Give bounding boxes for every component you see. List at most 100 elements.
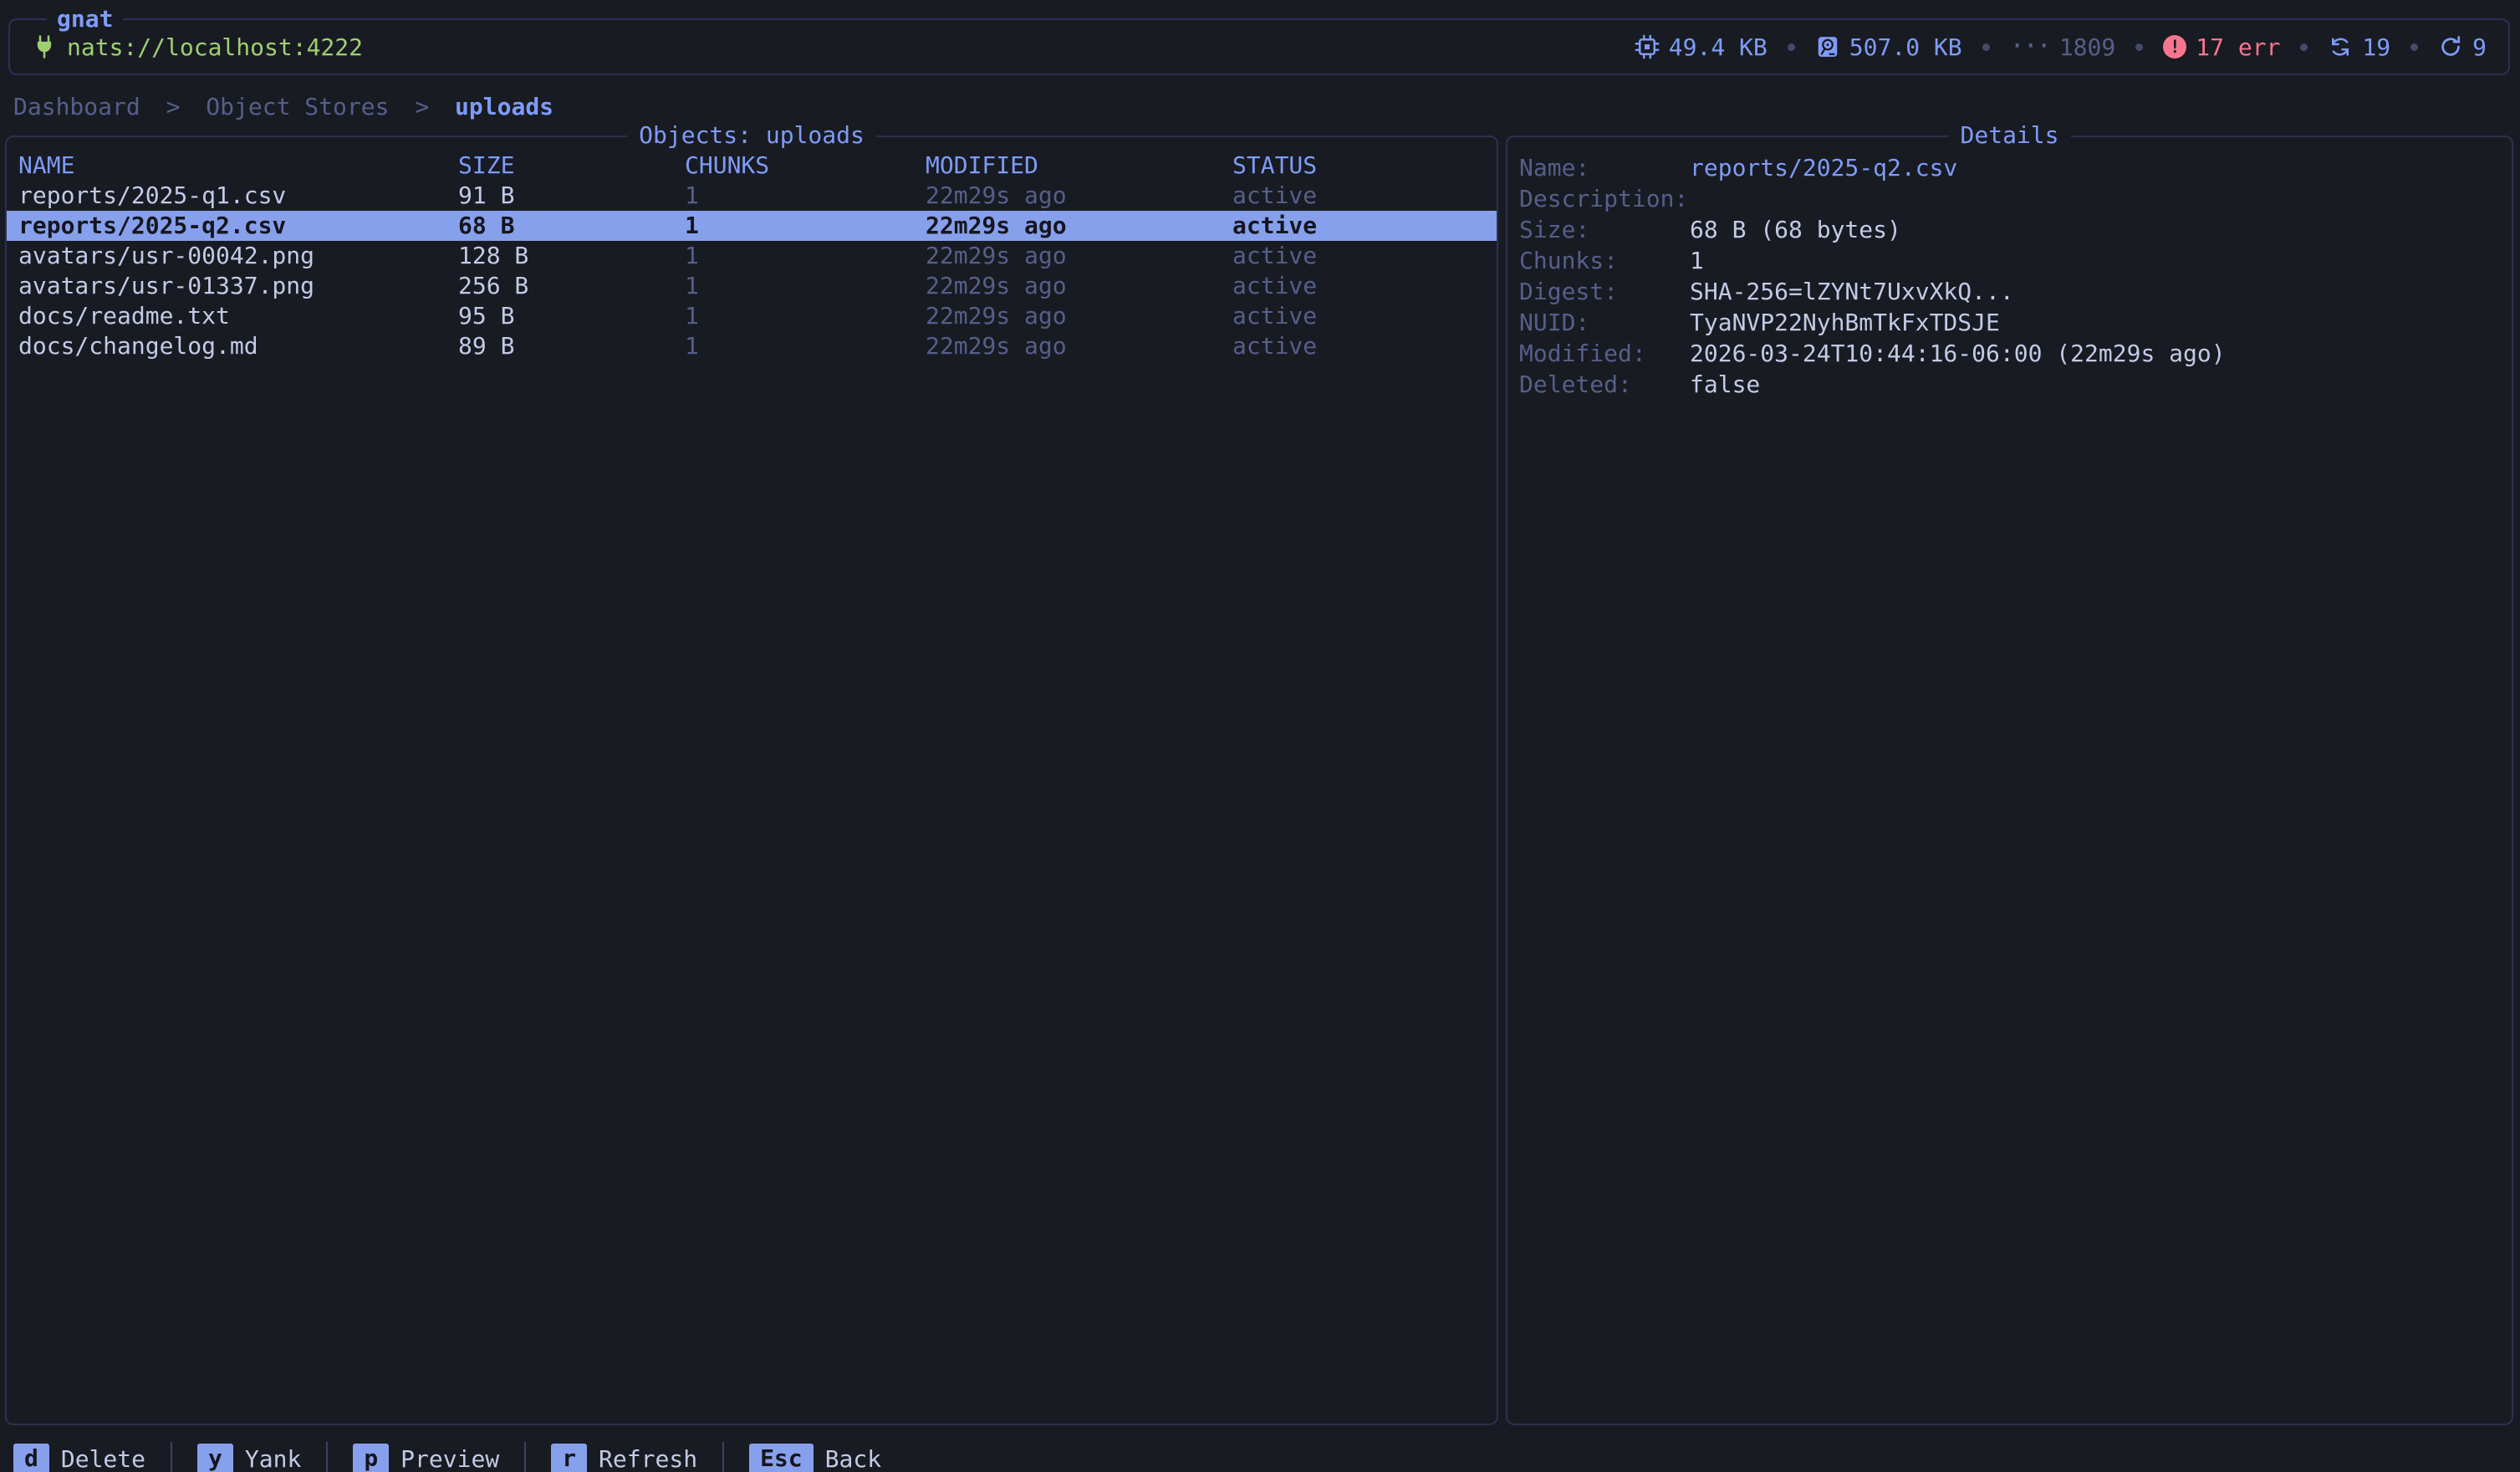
app-title: gnat xyxy=(47,5,123,33)
objects-table: NAME SIZE CHUNKS MODIFIED STATUS reports… xyxy=(7,151,1497,361)
table-row[interactable]: avatars/usr-01337.png 256 B 1 22m29s ago… xyxy=(7,271,1497,301)
keybinding[interactable]: Esc Back xyxy=(749,1444,881,1472)
field-label: Chunks: xyxy=(1519,245,1690,276)
breadcrumb-item-dashboard[interactable]: Dashboard xyxy=(13,93,140,120)
disk-icon xyxy=(1815,34,1840,59)
cell-size: 128 B xyxy=(458,241,685,271)
keybar-separator xyxy=(171,1442,172,1472)
cell-modified: 22m29s ago xyxy=(926,301,1232,331)
table-row[interactable]: docs/readme.txt 95 B 1 22m29s ago active xyxy=(7,301,1497,331)
details-fields: Name: reports/2025-q2.csv Description: S… xyxy=(1519,152,2500,400)
refresh-icon xyxy=(2438,34,2463,59)
field-label: Description: xyxy=(1519,183,1690,214)
column-header-name: NAME xyxy=(18,151,458,181)
details-field: Name: reports/2025-q2.csv xyxy=(1519,152,2500,183)
dot-separator xyxy=(1788,43,1795,51)
keybinding-label: Refresh xyxy=(599,1445,697,1472)
details-panel: Details Name: reports/2025-q2.csv Descri… xyxy=(1506,135,2513,1425)
stat-subscriptions: 19 xyxy=(2328,33,2390,61)
breadcrumb-separator: > xyxy=(166,93,181,120)
cell-status: active xyxy=(1232,301,1485,331)
cell-modified: 22m29s ago xyxy=(926,241,1232,271)
main-content: Objects: uploads NAME SIZE CHUNKS MODIFI… xyxy=(5,135,2513,1425)
cell-name: docs/changelog.md xyxy=(18,331,458,361)
cell-size: 95 B xyxy=(458,301,685,331)
stat-in-bytes: 49.4 KB xyxy=(1635,33,1768,61)
table-header-row: NAME SIZE CHUNKS MODIFIED STATUS xyxy=(7,151,1497,181)
cell-name: reports/2025-q2.csv xyxy=(18,211,458,241)
cell-size: 68 B xyxy=(458,211,685,241)
cell-chunks: 1 xyxy=(685,241,926,271)
field-label: Digest: xyxy=(1519,276,1690,307)
column-header-modified: MODIFIED xyxy=(926,151,1232,181)
cell-name: avatars/usr-01337.png xyxy=(18,271,458,301)
plug-icon xyxy=(32,34,57,59)
keybinding-label: Yank xyxy=(245,1445,301,1472)
column-header-size: SIZE xyxy=(458,151,685,181)
keycap[interactable]: d xyxy=(13,1444,49,1472)
cell-size: 256 B xyxy=(458,271,685,301)
field-value: 1 xyxy=(1690,245,1704,276)
cell-chunks: 1 xyxy=(685,181,926,211)
keycap[interactable]: r xyxy=(551,1444,587,1472)
stat-in-bytes-value: 49.4 KB xyxy=(1669,33,1768,61)
details-panel-title: Details xyxy=(1948,121,2070,149)
field-label: Name: xyxy=(1519,152,1690,183)
keycap[interactable]: y xyxy=(197,1444,233,1472)
cell-chunks: 1 xyxy=(685,331,926,361)
keybar-separator xyxy=(326,1442,328,1472)
connection-stats: 49.4 KB 507.0 KB ··· 1809 ! 17 err xyxy=(1635,33,2487,61)
keybar-separator xyxy=(722,1442,724,1472)
cell-status: active xyxy=(1232,211,1485,241)
keybinding[interactable]: r Refresh xyxy=(551,1444,697,1472)
details-field: NUID: TyaNVP22NyhBmTkFxTDSJE xyxy=(1519,307,2500,338)
sync-icon xyxy=(2328,34,2353,59)
dot-separator xyxy=(1982,43,1990,51)
breadcrumb: Dashboard > Object Stores > uploads xyxy=(13,93,2520,121)
stat-errors: ! 17 err xyxy=(2163,33,2280,61)
table-row[interactable]: avatars/usr-00042.png 128 B 1 22m29s ago… xyxy=(7,241,1497,271)
dot-separator xyxy=(2135,43,2143,51)
cell-modified: 22m29s ago xyxy=(926,271,1232,301)
field-value: 68 B (68 bytes) xyxy=(1690,214,1901,245)
keycap[interactable]: Esc xyxy=(749,1444,814,1472)
field-value: false xyxy=(1690,369,1760,400)
stat-out-bytes: 507.0 KB xyxy=(1815,33,1962,61)
table-row[interactable]: docs/changelog.md 89 B 1 22m29s ago acti… xyxy=(7,331,1497,361)
cell-modified: 22m29s ago xyxy=(926,211,1232,241)
connection-status: nats://localhost:4222 xyxy=(32,33,363,61)
keybinding[interactable]: y Yank xyxy=(197,1444,301,1472)
cell-chunks: 1 xyxy=(685,301,926,331)
keybar: d Delete y Yank p Preview r Refresh Esc … xyxy=(13,1442,2520,1472)
cell-modified: 22m29s ago xyxy=(926,181,1232,211)
keycap[interactable]: p xyxy=(353,1444,389,1472)
cell-name: reports/2025-q1.csv xyxy=(18,181,458,211)
breadcrumb-item-object-stores[interactable]: Object Stores xyxy=(206,93,389,120)
field-label: Size: xyxy=(1519,214,1690,245)
details-field: Modified: 2026-03-24T10:44:16-06:00 (22m… xyxy=(1519,338,2500,369)
dot-separator xyxy=(2300,43,2308,51)
keybinding-label: Delete xyxy=(61,1445,145,1472)
error-icon: ! xyxy=(2163,35,2186,59)
column-header-status: STATUS xyxy=(1232,151,1485,181)
keybinding-label: Back xyxy=(825,1445,881,1472)
table-row[interactable]: reports/2025-q1.csv 91 B 1 22m29s ago ac… xyxy=(7,181,1497,211)
cell-status: active xyxy=(1232,271,1485,301)
cell-chunks: 1 xyxy=(685,271,926,301)
details-field: Chunks: 1 xyxy=(1519,245,2500,276)
cell-chunks: 1 xyxy=(685,211,926,241)
field-value: TyaNVP22NyhBmTkFxTDSJE xyxy=(1690,307,2000,338)
objects-panel-title: Objects: uploads xyxy=(627,121,876,149)
keybinding[interactable]: d Delete xyxy=(13,1444,145,1472)
field-value: reports/2025-q2.csv xyxy=(1690,152,1957,183)
field-label: Deleted: xyxy=(1519,369,1690,400)
keybinding-label: Preview xyxy=(400,1445,499,1472)
field-value: SHA-256=lZYNt7UxvXkQ... xyxy=(1690,276,2014,307)
table-row[interactable]: reports/2025-q2.csv 68 B 1 22m29s ago ac… xyxy=(7,211,1497,241)
table-body: reports/2025-q1.csv 91 B 1 22m29s ago ac… xyxy=(7,181,1497,361)
stat-messages: ··· 1809 xyxy=(2010,33,2116,61)
keybar-separator xyxy=(524,1442,526,1472)
cell-name: avatars/usr-00042.png xyxy=(18,241,458,271)
keybinding[interactable]: p Preview xyxy=(353,1444,499,1472)
breadcrumb-separator: > xyxy=(415,93,429,120)
